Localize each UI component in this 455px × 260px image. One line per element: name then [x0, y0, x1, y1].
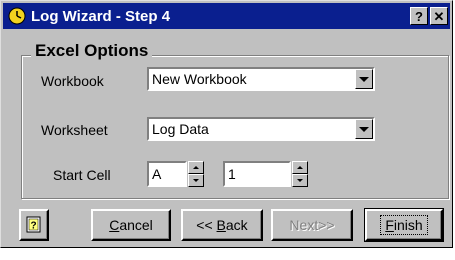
worksheet-dropdown-button[interactable]: [355, 119, 373, 139]
arrow-down-icon: [297, 179, 303, 182]
worksheet-label: Worksheet: [41, 122, 108, 138]
arrow-up-icon: [297, 166, 303, 169]
back-button[interactable]: << Back: [181, 209, 263, 241]
workbook-value: New Workbook: [152, 71, 247, 87]
start-row-input[interactable]: 1: [223, 161, 291, 187]
chevron-down-icon: [359, 126, 369, 132]
arrow-up-icon: [193, 166, 199, 169]
title-help-button[interactable]: ?: [410, 7, 428, 25]
help-button[interactable]: ?: [19, 209, 49, 241]
worksheet-combo[interactable]: Log Data: [147, 117, 375, 141]
worksheet-value: Log Data: [152, 121, 209, 137]
spin-down-button[interactable]: [188, 174, 204, 187]
log-wizard-window: Log Wizard - Step 4 ? ✕ Excel Options Wo…: [0, 0, 453, 248]
workbook-combo[interactable]: New Workbook: [147, 67, 375, 91]
spin-up-button[interactable]: [188, 161, 204, 174]
chevron-down-icon: [359, 76, 369, 82]
cancel-label: ancel: [119, 217, 153, 233]
close-button[interactable]: ✕: [430, 7, 448, 25]
cancel-mnemonic: C: [109, 217, 120, 233]
workbook-dropdown-button[interactable]: [355, 69, 373, 89]
next-button[interactable]: Next>>: [271, 209, 353, 241]
svg-text:?: ?: [30, 221, 36, 232]
start-row-value: 1: [228, 166, 236, 182]
start-column-input[interactable]: A: [147, 161, 187, 187]
start-cell-label: Start Cell: [53, 167, 111, 183]
back-label: ack: [225, 217, 248, 233]
wizard-clock-icon: [8, 7, 26, 25]
title-bar[interactable]: Log Wizard - Step 4 ? ✕: [3, 3, 450, 29]
window-title: Log Wizard - Step 4: [31, 7, 171, 25]
arrow-down-icon: [193, 179, 199, 182]
help-book-icon: ?: [26, 216, 41, 233]
back-mnemonic: B: [216, 217, 226, 233]
finish-button[interactable]: Finish: [364, 208, 444, 242]
cancel-button[interactable]: Cancel: [91, 209, 171, 241]
workbook-label: Workbook: [41, 73, 104, 89]
finish-label: inish: [393, 217, 423, 233]
spin-up-button[interactable]: [292, 161, 308, 174]
start-row-spinner[interactable]: [292, 161, 308, 187]
spin-down-button[interactable]: [292, 174, 308, 187]
next-label: Next>>: [289, 217, 335, 233]
finish-mnemonic: F: [385, 217, 394, 233]
start-column-spinner[interactable]: [188, 161, 204, 187]
back-prefix: <<: [196, 217, 217, 233]
group-title: Excel Options: [31, 41, 153, 61]
start-column-value: A: [152, 166, 162, 182]
